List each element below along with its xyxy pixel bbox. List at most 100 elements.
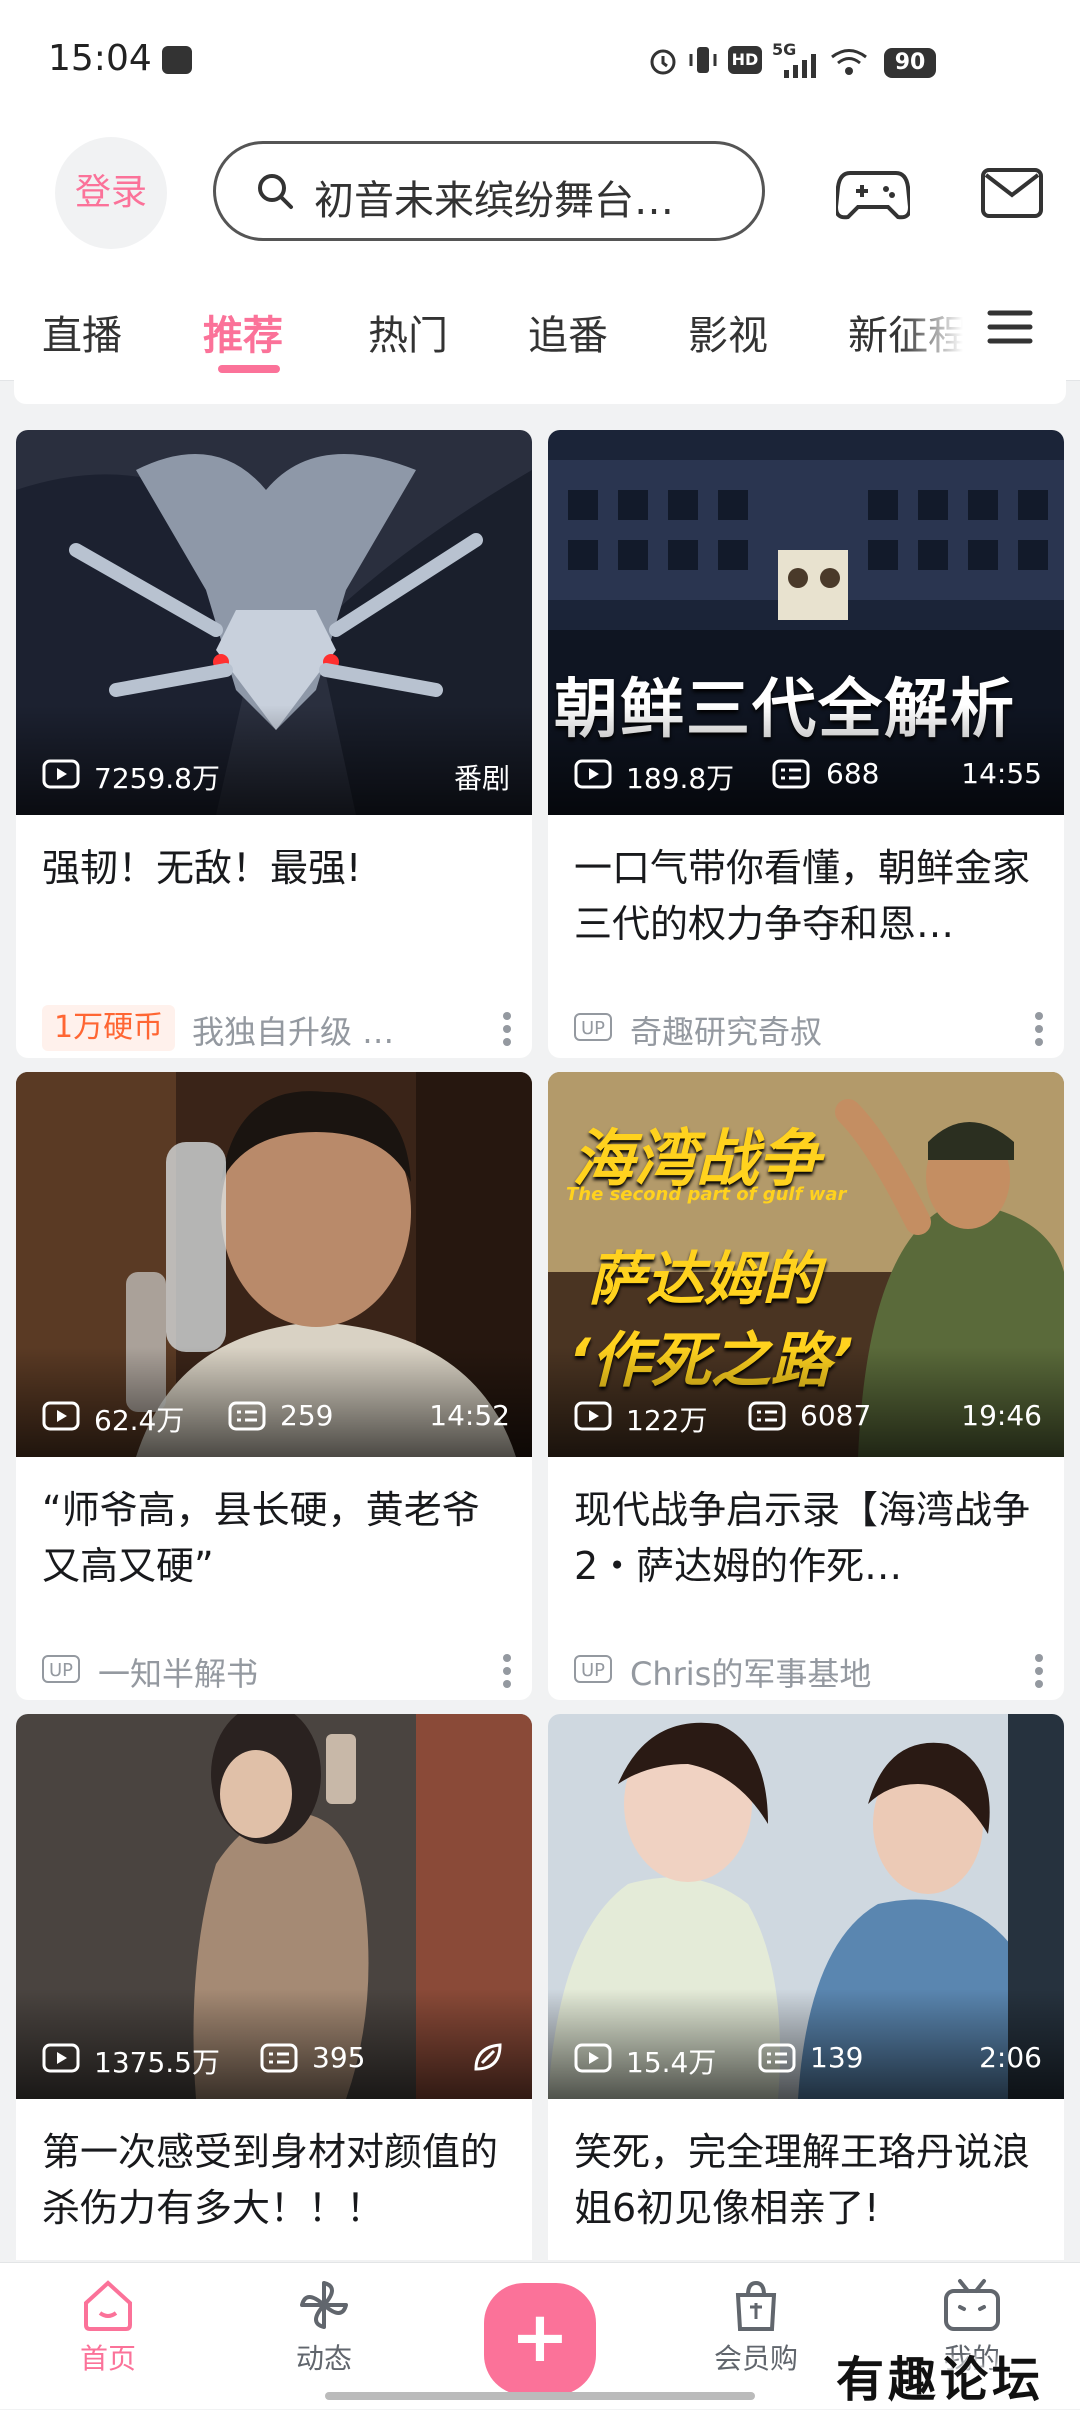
video-stats: 122万 6087 19:46	[548, 1397, 1064, 1437]
video-title[interactable]: 一口气带你看懂，朝鲜金家三代的权力争夺和恩…	[574, 840, 1044, 952]
video-duration: 14:55	[961, 757, 1042, 790]
search-input[interactable]: 初音未来缤纷舞台…	[213, 141, 765, 241]
video-duration: 19:46	[961, 1399, 1042, 1432]
video-card[interactable]: 朝鲜三代全解析 189.8万 688 14:55 一口气带你看懂，朝鲜金家三代的…	[548, 430, 1064, 1058]
video-card[interactable]: 62.4万 259 14:52 “师爷高，县长硬，黄老爷又高又硬” UP 一知半…	[16, 1072, 532, 1700]
more-icon[interactable]	[1034, 1011, 1044, 1047]
status-time: 15:04	[48, 38, 152, 79]
uploader-name[interactable]: 一知半解书	[98, 1649, 258, 1695]
vibrate-icon	[689, 47, 717, 73]
coin-badge: 1万硬币	[42, 1005, 176, 1051]
up-badge-icon: UP	[42, 1655, 80, 1683]
signal-icon	[784, 54, 816, 78]
video-stats: 189.8万 688 14:55	[548, 755, 1064, 795]
video-card[interactable]: 1375.5万 395 第一次感受到身材对颜值的杀伤力有多大！！！	[16, 1714, 532, 2260]
play-count-icon	[42, 1401, 80, 1431]
card-footer: UP Chris的军事基地	[574, 1647, 1044, 1693]
danmaku-count: 6087	[800, 1399, 872, 1432]
tab-fade	[900, 255, 990, 379]
login-button[interactable]: 登录	[55, 137, 167, 249]
video-title[interactable]: 现代战争启示录【海湾战争2・萨达姆的作死…	[574, 1482, 1044, 1594]
forum-watermark: 有趣论坛	[836, 2352, 1045, 2408]
nav-dynamic[interactable]: 动态	[244, 2277, 404, 2377]
search-placeholder: 初音未来缤纷舞台…	[314, 178, 674, 224]
play-count-icon	[574, 2043, 612, 2073]
previous-card-edge	[14, 380, 1066, 404]
tab-hot[interactable]: 热门	[368, 303, 448, 361]
danmaku-count: 688	[826, 757, 880, 790]
play-count-icon	[42, 759, 80, 789]
danmaku-count: 395	[312, 2041, 366, 2074]
more-icon[interactable]	[502, 1011, 512, 1047]
tab-anime[interactable]: 追番	[528, 303, 608, 361]
shopping-bag-icon	[735, 2280, 777, 2331]
video-feed: 7259.8万 番剧 强韧！无敌！最强! 1万硬币 我独自升级 … 朝鲜三代全解…	[0, 380, 1080, 2260]
video-title[interactable]: 笑死，完全理解王珞丹说浪姐6初见像相亲了!	[574, 2124, 1044, 2236]
up-badge-icon: UP	[574, 1013, 612, 1041]
wifi-icon	[831, 49, 867, 75]
nav-home-label: 首页	[79, 2342, 136, 2375]
play-count-icon	[42, 2043, 80, 2073]
nav-dynamic-label: 动态	[295, 2342, 352, 2375]
video-stats: 15.4万 139 2:06	[548, 2039, 1064, 2079]
card-footer: 1万硬币 我独自升级 …	[42, 1005, 512, 1051]
video-card[interactable]: 15.4万 139 2:06 笑死，完全理解王珞丹说浪姐6初见像相亲了!	[548, 1714, 1064, 2260]
danmaku-icon	[228, 1401, 266, 1431]
video-title[interactable]: “师爷高，县长硬，黄老爷又高又硬”	[42, 1482, 512, 1594]
uploader-name[interactable]: 我独自升级 …	[192, 1007, 394, 1053]
card-footer: UP 一知半解书	[42, 1647, 512, 1693]
uploader-name[interactable]: 奇趣研究奇叔	[630, 1007, 822, 1053]
pinwheel-icon	[300, 2281, 348, 2329]
up-badge-icon: UP	[574, 1655, 612, 1683]
danmaku-count: 259	[280, 1399, 334, 1432]
uploader-name[interactable]: Chris的军事基地	[630, 1649, 871, 1695]
view-count: 7259.8万	[94, 762, 220, 795]
nav-vip-shop-label: 会员购	[713, 2342, 798, 2375]
hd-badge: HD	[728, 46, 762, 74]
danmaku-icon	[758, 2043, 796, 2073]
view-count: 189.8万	[626, 762, 735, 795]
menu-icon[interactable]	[986, 307, 1034, 347]
post-button[interactable]: +	[484, 2283, 596, 2395]
video-duration: 14:52	[429, 1399, 510, 1432]
home-icon	[84, 2280, 132, 2331]
danmaku-icon	[748, 1401, 786, 1431]
view-count: 122万	[626, 1404, 708, 1437]
game-controller-icon[interactable]	[836, 163, 910, 223]
danmaku-count: 139	[810, 2041, 864, 2074]
video-title[interactable]: 强韧！无敌！最强!	[42, 840, 512, 896]
view-count: 1375.5万	[94, 2046, 220, 2079]
video-card[interactable]: 7259.8万 番剧 强韧！无敌！最强! 1万硬币 我独自升级 …	[16, 430, 532, 1058]
battery-icon: 90	[884, 48, 936, 78]
video-title[interactable]: 第一次感受到身材对颜值的杀伤力有多大！！！	[42, 2124, 512, 2236]
status-bar: 15:04 HD 5G 90	[0, 0, 1080, 125]
more-icon[interactable]	[502, 1653, 512, 1689]
card-footer: UP 奇趣研究奇叔	[574, 1005, 1044, 1051]
gallery-icon	[162, 46, 192, 74]
video-stats: 62.4万 259 14:52	[16, 1397, 532, 1437]
danmaku-icon	[772, 759, 810, 789]
tab-live[interactable]: 直播	[42, 303, 122, 361]
home-indicator[interactable]	[325, 2392, 755, 2400]
view-count: 62.4万	[94, 1404, 185, 1437]
tab-recommend[interactable]: 推荐	[203, 303, 283, 361]
thumbnail-overlay-subtitle: The second part of gulf war	[566, 1184, 847, 1205]
thumbnail-overlay-title: 萨达姆的	[588, 1245, 821, 1313]
video-duration: 2:06	[979, 2041, 1042, 2074]
tab-active-indicator	[218, 365, 280, 373]
danmaku-icon	[260, 2043, 298, 2073]
tv-icon	[944, 2279, 1000, 2331]
view-count: 15.4万	[626, 2046, 717, 2079]
search-icon	[258, 174, 293, 209]
vertical-video-icon	[474, 2043, 502, 2071]
nav-vip-shop[interactable]: 会员购	[676, 2277, 836, 2377]
mail-icon[interactable]	[980, 167, 1044, 219]
nav-home[interactable]: 首页	[28, 2277, 188, 2377]
video-stats: 7259.8万 番剧	[16, 755, 532, 795]
top-header: 登录 初音未来缤纷舞台…	[0, 125, 1080, 255]
video-card[interactable]: 海湾战争 The second part of gulf war 萨达姆的 ‘作…	[548, 1072, 1064, 1700]
tab-bar: 直播 推荐 热门 追番 影视 新征程	[0, 255, 1080, 381]
tab-movies[interactable]: 影视	[688, 303, 768, 361]
more-icon[interactable]	[1034, 1653, 1044, 1689]
alarm-icon	[650, 49, 676, 75]
